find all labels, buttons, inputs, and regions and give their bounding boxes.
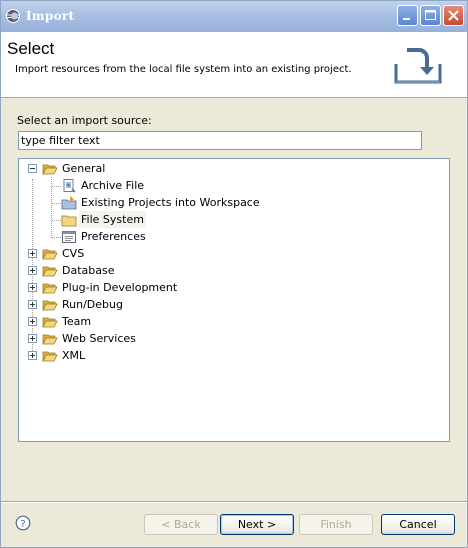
wizard-header: Select Import resources from the local f… <box>1 32 467 98</box>
folder-icon <box>42 280 58 296</box>
back-button[interactable]: < Back <box>144 514 218 535</box>
maximize-icon <box>425 10 436 20</box>
tree-item-xml[interactable]: XML <box>19 347 449 364</box>
eclipse-icon <box>5 8 21 24</box>
footer-separator <box>1 501 467 503</box>
tree-item-label: Run/Debug <box>62 298 123 311</box>
tree-item-label: Preferences <box>81 230 146 243</box>
close-icon <box>448 10 459 21</box>
tree-item-database[interactable]: Database <box>19 262 449 279</box>
existing-project-icon <box>61 195 77 211</box>
tree-item-label: File System <box>79 211 146 228</box>
folder-icon <box>42 297 58 313</box>
minimize-button[interactable] <box>397 5 418 26</box>
close-button[interactable] <box>443 5 464 26</box>
expand-icon[interactable] <box>28 300 37 309</box>
help-icon[interactable]: ? <box>15 515 31 531</box>
tree-item-preferences[interactable]: Preferences <box>19 228 449 245</box>
folder-icon <box>42 246 58 262</box>
tree-item-archive-file[interactable]: Archive File <box>19 177 449 194</box>
tree-item-plugin-development[interactable]: Plug-in Development <box>19 279 449 296</box>
folder-icon <box>42 314 58 330</box>
tree-item-web-services[interactable]: Web Services <box>19 330 449 347</box>
tree-item-run-debug[interactable]: Run/Debug <box>19 296 449 313</box>
tree-item-general[interactable]: General <box>19 160 449 177</box>
title-bar[interactable]: Import <box>1 1 467 32</box>
folder-icon <box>42 348 58 364</box>
svg-text:?: ? <box>20 519 25 530</box>
tree-item-existing-projects[interactable]: Existing Projects into Workspace <box>19 194 449 211</box>
import-wizard-icon <box>393 46 443 86</box>
expand-icon[interactable] <box>28 249 37 258</box>
window-title: Import <box>26 9 75 23</box>
tree-item-label: XML <box>62 349 86 362</box>
maximize-button[interactable] <box>420 5 441 26</box>
tree-item-file-system[interactable]: File System <box>19 211 449 228</box>
import-source-label: Select an import source: <box>17 114 152 127</box>
preferences-icon <box>61 229 77 245</box>
expand-icon[interactable] <box>28 334 37 343</box>
tree-item-team[interactable]: Team <box>19 313 449 330</box>
expand-icon[interactable] <box>28 351 37 360</box>
collapse-icon[interactable] <box>28 164 37 173</box>
finish-button[interactable]: Finish <box>299 514 373 535</box>
minimize-icon <box>403 18 410 20</box>
page-description: Import resources from the local file sys… <box>15 64 352 75</box>
import-dialog: Import Select Import resources from the … <box>0 0 468 548</box>
tree-item-label: Web Services <box>62 332 136 345</box>
archive-file-icon <box>61 178 77 194</box>
next-button[interactable]: Next > <box>220 514 294 535</box>
tree-item-label: Database <box>62 264 115 277</box>
cancel-button[interactable]: Cancel <box>381 514 455 535</box>
expand-icon[interactable] <box>28 283 37 292</box>
tree-item-label: General <box>62 162 106 175</box>
folder-icon <box>42 263 58 279</box>
filter-input[interactable] <box>18 131 422 150</box>
folder-open-icon <box>42 161 58 177</box>
page-title: Select <box>7 39 55 58</box>
folder-icon <box>42 331 58 347</box>
expand-icon[interactable] <box>28 317 37 326</box>
tree-item-label: Existing Projects into Workspace <box>81 196 260 209</box>
tree-item-cvs[interactable]: CVS <box>19 245 449 262</box>
expand-icon[interactable] <box>28 266 37 275</box>
tree-item-label: Archive File <box>81 179 145 192</box>
tree-item-label: Team <box>62 315 92 328</box>
import-source-tree[interactable]: General Archive File Existing Projects i… <box>18 158 450 442</box>
tree-item-label: Plug-in Development <box>62 281 178 294</box>
tree-item-label: CVS <box>62 247 85 260</box>
folder-icon <box>61 212 77 228</box>
